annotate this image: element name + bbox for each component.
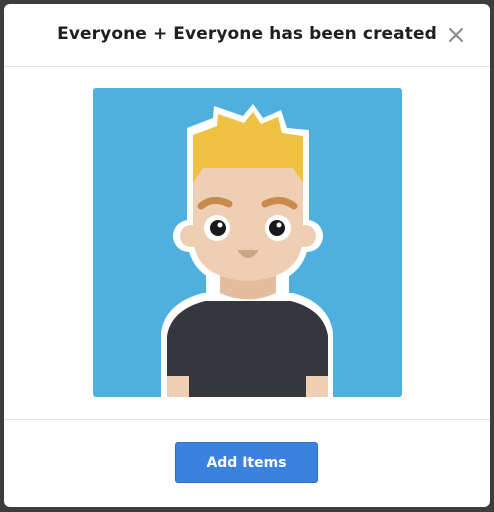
add-items-button[interactable]: Add Items xyxy=(175,442,318,483)
dialog-title: Everyone + Everyone has been created xyxy=(57,24,437,44)
person-avatar-illustration xyxy=(161,104,333,397)
dialog-header: Everyone + Everyone has been created xyxy=(4,4,490,67)
close-icon xyxy=(449,28,463,42)
close-button[interactable] xyxy=(445,24,467,46)
avatar-image xyxy=(93,88,402,397)
dialog-footer: Add Items xyxy=(4,419,490,507)
creation-success-dialog: Everyone + Everyone has been created Add… xyxy=(4,4,490,507)
